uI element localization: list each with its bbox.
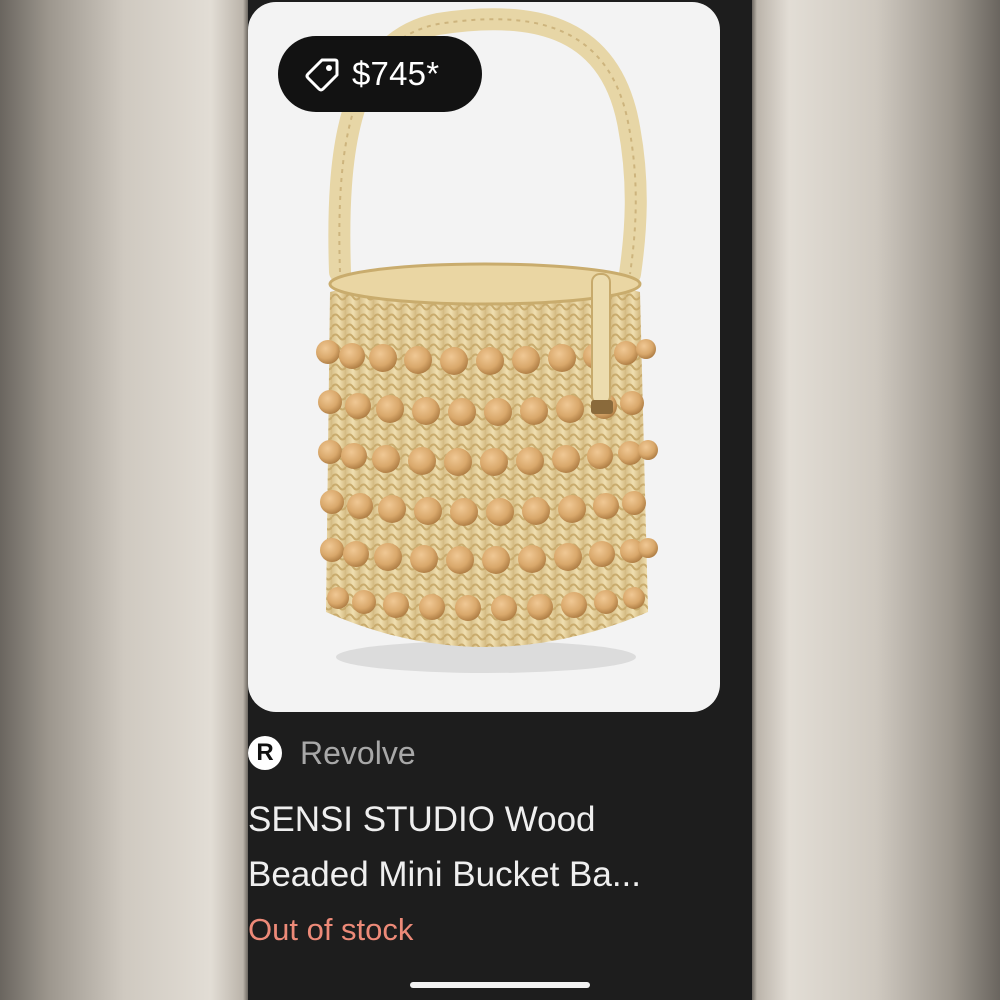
source-name: Revolve bbox=[300, 734, 416, 771]
source-row[interactable]: R Revolve bbox=[248, 733, 416, 773]
home-indicator[interactable] bbox=[410, 982, 590, 988]
price-text: $745* bbox=[352, 55, 440, 92]
source-logo-letter: R bbox=[256, 739, 274, 766]
product-title-line-2: Beaded Mini Bucket Ba... bbox=[248, 855, 641, 894]
price-tag-icon bbox=[305, 58, 339, 92]
product-image[interactable]: $745* bbox=[248, 2, 720, 712]
product-title[interactable]: SENSI STUDIO Wood Beaded Mini Bucket Ba.… bbox=[248, 792, 748, 902]
background-blur-right bbox=[752, 0, 1000, 1000]
stock-status: Out of stock bbox=[248, 912, 414, 947]
revolve-logo-icon: R bbox=[248, 736, 282, 770]
background-blur-left bbox=[0, 0, 248, 1000]
phone-screen: $745* R Revolve SENSI STUDIO Wood Beaded… bbox=[248, 0, 752, 1000]
price-badge[interactable]: $745* bbox=[278, 36, 482, 112]
product-title-line-1: SENSI STUDIO Wood bbox=[248, 800, 596, 839]
